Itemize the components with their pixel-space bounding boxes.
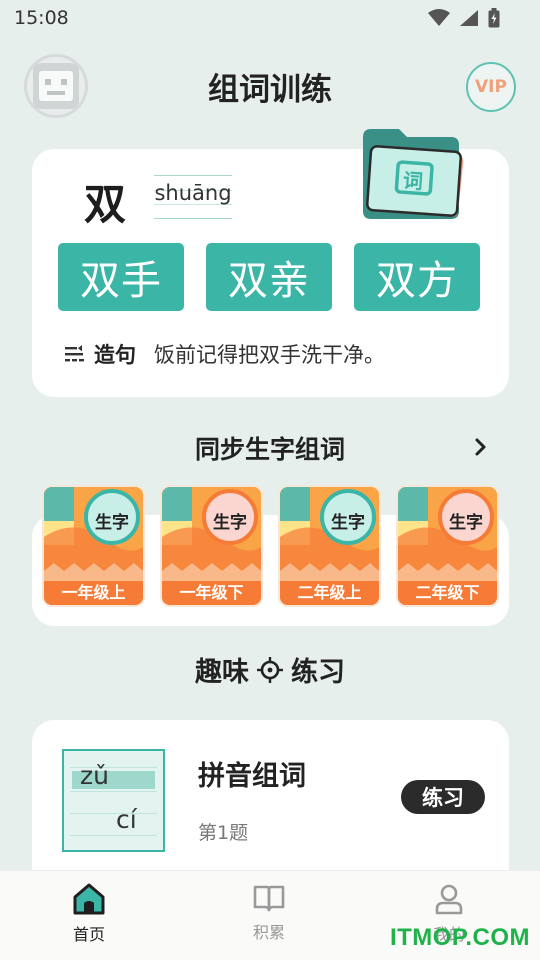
word-button-2[interactable]: 双亲 bbox=[206, 243, 332, 311]
target-icon bbox=[257, 656, 283, 683]
watermark: ITMOP.COM bbox=[389, 924, 530, 951]
grade-card-1[interactable]: 生字 一年级上 bbox=[42, 485, 145, 607]
grade-label: 一年级上 bbox=[44, 581, 143, 605]
user-icon bbox=[435, 884, 463, 915]
thumb-word-zu: zǔ bbox=[80, 761, 109, 790]
grade-cards: 生字 一年级上 生字 一年级下 生字 二年级上 生字 二年级下 bbox=[42, 485, 499, 607]
sync-section-title: 同步生字组词 bbox=[194, 435, 345, 464]
grade-art-icon bbox=[162, 487, 261, 583]
book-icon bbox=[253, 885, 285, 912]
grade-label: 二年级下 bbox=[398, 581, 497, 605]
fun-title-right: 练习 bbox=[291, 657, 345, 688]
home-icon bbox=[73, 883, 105, 915]
grade-label: 二年级上 bbox=[280, 581, 379, 605]
grade-art-icon bbox=[398, 487, 497, 583]
grade-card-4[interactable]: 生字 二年级下 bbox=[396, 485, 499, 607]
fun-section-title: 趣味 练习 bbox=[0, 650, 540, 689]
seal-text: 生字 bbox=[331, 513, 365, 533]
sync-section-header[interactable]: 同步生字组词 bbox=[0, 430, 540, 466]
thumb-word-ci: cí bbox=[116, 805, 137, 834]
main-character: 双 bbox=[84, 180, 127, 229]
sentence-icon bbox=[65, 345, 84, 362]
pinyin-box: shuāng bbox=[154, 175, 232, 219]
battery-icon bbox=[488, 8, 500, 28]
pinyin-text: shuāng bbox=[154, 181, 232, 205]
fun-title-left: 趣味 bbox=[195, 657, 249, 688]
page-title: 组词训练 bbox=[208, 72, 332, 108]
grade-label: 一年级下 bbox=[162, 581, 261, 605]
seal-text: 生字 bbox=[213, 513, 247, 533]
sentence-row: 造句 饭前记得把双手洗干净。 bbox=[64, 339, 385, 369]
word-button-3[interactable]: 双方 bbox=[354, 243, 480, 311]
practice-title: 拼音组词 bbox=[198, 761, 306, 792]
seal-text: 生字 bbox=[449, 513, 483, 533]
nav-accumulate[interactable]: 积累 bbox=[224, 883, 314, 943]
thumb-line bbox=[70, 813, 157, 814]
grade-card-3[interactable]: 生字 二年级上 bbox=[278, 485, 381, 607]
status-time: 15:08 bbox=[14, 7, 69, 29]
pinyin-thumbnail: zǔ cí bbox=[62, 749, 165, 852]
word-card: 双 shuāng 词 双手 双亲 双方 造句 饭前记得把双手洗干净。 bbox=[32, 129, 509, 397]
thumb-line bbox=[70, 835, 157, 836]
sentence-label: 造句 bbox=[94, 343, 136, 367]
chevron-right-icon[interactable] bbox=[474, 436, 488, 458]
grade-art-icon bbox=[44, 487, 143, 583]
status-bar: 15:08 bbox=[0, 0, 540, 36]
vip-button[interactable]: VIP bbox=[466, 62, 516, 112]
practice-button[interactable]: 练习 bbox=[401, 780, 485, 814]
signal-icon bbox=[460, 10, 478, 26]
grade-art-icon bbox=[280, 487, 379, 583]
svg-text:词: 词 bbox=[402, 168, 424, 193]
nav-home[interactable]: 首页 bbox=[44, 883, 134, 945]
folder-icon[interactable]: 词 bbox=[359, 127, 471, 223]
status-icons bbox=[428, 8, 500, 28]
nav-accumulate-label: 积累 bbox=[252, 923, 285, 942]
sentence-text: 饭前记得把双手洗干净。 bbox=[154, 343, 385, 367]
seal-text: 生字 bbox=[95, 513, 129, 533]
wifi-icon bbox=[428, 9, 450, 26]
practice-subtitle: 第1题 bbox=[198, 822, 249, 844]
nav-home-label: 首页 bbox=[72, 925, 105, 944]
word-buttons: 双手 双亲 双方 bbox=[58, 243, 480, 311]
thumb-line bbox=[70, 791, 157, 792]
grade-card-2[interactable]: 生字 一年级下 bbox=[160, 485, 263, 607]
word-button-1[interactable]: 双手 bbox=[58, 243, 184, 311]
practice-card[interactable]: zǔ cí 拼音组词 第1题 练习 bbox=[32, 720, 509, 890]
